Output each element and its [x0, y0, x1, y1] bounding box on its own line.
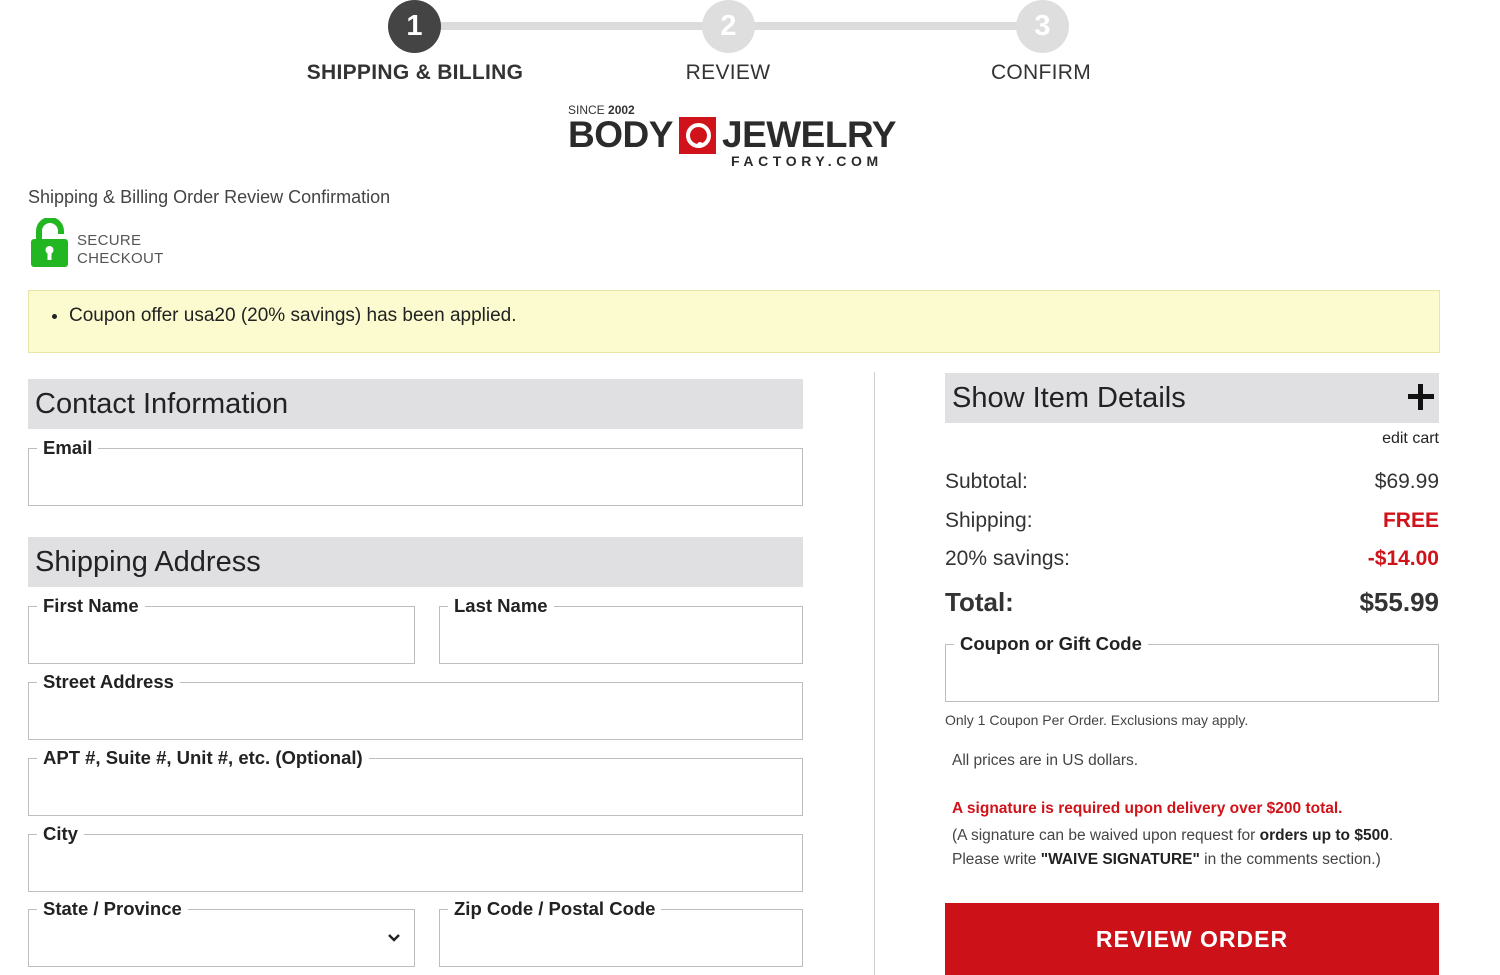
step-1-label: SHIPPING & BILLING: [306, 61, 524, 84]
savings-value: -$14.00: [1367, 547, 1439, 570]
logo-ring-icon: [679, 117, 716, 154]
site-logo[interactable]: SINCE 2002 BODY JEWELRY FACTORY.COM: [568, 100, 908, 172]
logo-word-factory: FACTORY.COM: [731, 153, 883, 169]
coupon-notice-message: Coupon offer usa20 (20% savings) has bee…: [69, 305, 517, 327]
total-label: Total:: [945, 587, 1014, 617]
subtotal-value: $69.99: [1374, 470, 1439, 493]
logo-word-body: BODY: [568, 114, 673, 155]
zip-code-field[interactable]: Zip Code / Postal Code: [439, 898, 803, 967]
step-2-label: REVIEW: [685, 61, 771, 84]
street-address-input[interactable]: [29, 683, 802, 739]
first-name-input[interactable]: [29, 607, 414, 663]
step-3-label: CONFIRM: [990, 61, 1092, 84]
edit-cart-link[interactable]: edit cart: [1382, 430, 1439, 448]
shipping-cost-label: Shipping:: [945, 509, 1033, 532]
signature-note: (A signature can be waived upon request …: [952, 827, 1394, 868]
checkout-stepper: 1 2 3 SHIPPING & BILLING REVIEW CONFIRM: [0, 0, 1500, 95]
show-item-details-toggle[interactable]: Show Item Details: [945, 373, 1439, 423]
email-input[interactable]: [29, 449, 802, 505]
step-3-circle: 3: [1016, 0, 1069, 53]
contact-info-header: Contact Information: [28, 379, 803, 429]
step-connector: [414, 22, 728, 30]
last-name-field[interactable]: Last Name: [439, 595, 803, 664]
email-field[interactable]: Email: [28, 437, 803, 506]
last-name-input[interactable]: [440, 607, 802, 663]
lock-icon: [31, 218, 68, 267]
zip-code-input[interactable]: [440, 910, 802, 966]
coupon-notice: Coupon offer usa20 (20% savings) has bee…: [28, 290, 1440, 353]
city-input[interactable]: [29, 835, 802, 891]
column-divider: [874, 372, 875, 975]
chevron-down-icon: [388, 934, 400, 942]
city-field[interactable]: City: [28, 823, 803, 892]
coupon-code-input[interactable]: [946, 645, 1438, 701]
plus-icon[interactable]: [1408, 384, 1434, 410]
signature-warning: A signature is required upon delivery ov…: [952, 800, 1343, 817]
shipping-address-header: Shipping Address: [28, 537, 803, 587]
apt-field[interactable]: APT #, Suite #, Unit #, etc. (Optional): [28, 747, 803, 816]
logo-word-jewelry: JEWELRY: [722, 114, 896, 155]
step-1-circle[interactable]: 1: [388, 0, 441, 53]
state-province-select[interactable]: State / Province: [28, 898, 415, 967]
step-connector: [728, 22, 1042, 30]
show-item-details-label: Show Item Details: [952, 382, 1186, 414]
secure-checkout-badge: SECURE CHECKOUT: [30, 218, 190, 270]
secure-checkout-text: SECURE CHECKOUT: [77, 232, 164, 267]
street-address-field[interactable]: Street Address: [28, 671, 803, 740]
step-2-circle: 2: [702, 0, 755, 53]
first-name-field[interactable]: First Name: [28, 595, 415, 664]
total-value: $55.99: [1359, 587, 1439, 617]
savings-label: 20% savings:: [945, 547, 1070, 570]
coupon-code-field[interactable]: Coupon or Gift Code: [945, 633, 1439, 702]
currency-note: All prices are in US dollars.: [952, 752, 1139, 769]
subtotal-label: Subtotal:: [945, 470, 1028, 493]
coupon-note: Only 1 Coupon Per Order. Exclusions may …: [945, 712, 1249, 728]
shipping-cost-value: FREE: [1382, 509, 1439, 532]
breadcrumb: Shipping & Billing Order Review Confirma…: [28, 187, 391, 207]
apt-input[interactable]: [29, 759, 802, 815]
review-order-button[interactable]: REVIEW ORDER: [945, 903, 1439, 975]
state-province-dropdown[interactable]: [29, 910, 414, 966]
